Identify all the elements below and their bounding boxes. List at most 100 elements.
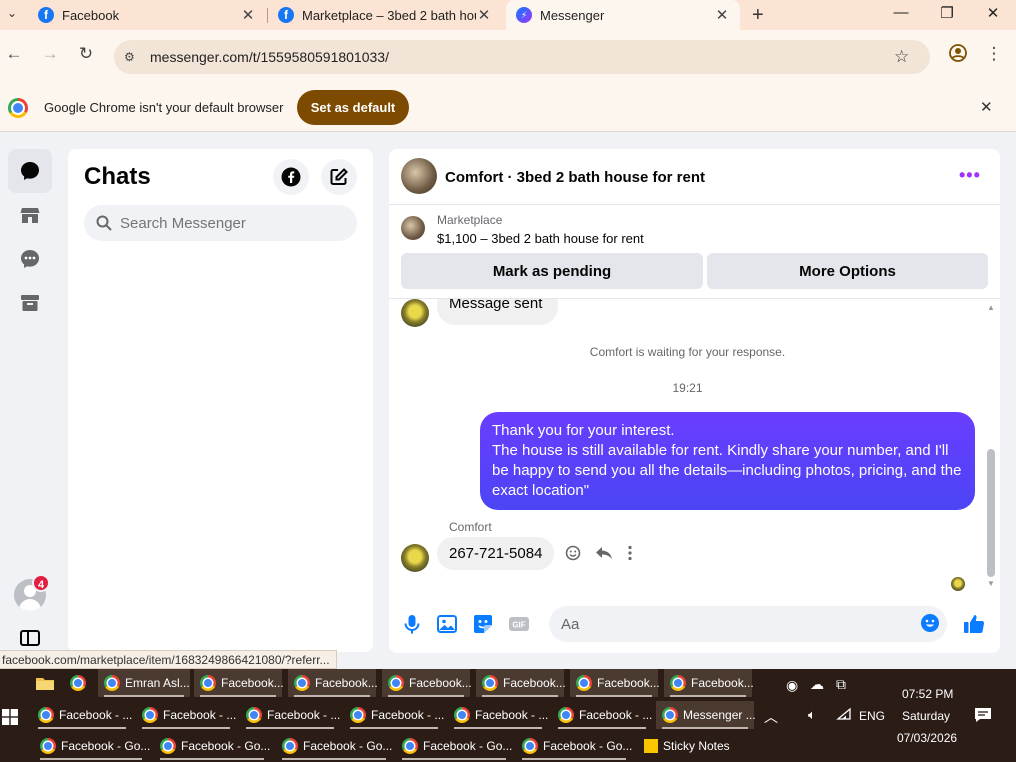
notification-badge: 4 <box>32 574 50 592</box>
conversation-name[interactable]: Comfort · 3bed 2 bath house for rent <box>445 169 705 186</box>
photo-icon[interactable] <box>436 613 458 635</box>
facebook-button[interactable] <box>273 159 309 195</box>
tab-search-chevron-icon[interactable]: ⌄ <box>4 6 20 24</box>
chrome-menu-icon[interactable]: ⋮ <box>982 44 1006 64</box>
url-text[interactable]: messenger.com/t/1559580591801033/ <box>150 49 894 65</box>
close-tab-icon[interactable]: ✕ <box>240 6 256 24</box>
reply-icon[interactable] <box>595 545 613 561</box>
taskbar-item-active[interactable]: Messenger ... <box>656 701 756 729</box>
taskbar-item[interactable]: Facebook - ... <box>240 701 340 729</box>
mark-as-pending-button[interactable]: Mark as pending <box>401 253 703 289</box>
emoji-icon[interactable] <box>920 613 942 635</box>
close-tab-icon[interactable]: ✕ <box>476 6 492 24</box>
listing-thumbnail[interactable] <box>401 216 425 240</box>
taskbar-item[interactable]: Facebook - Go... <box>154 732 270 760</box>
taskbar-item[interactable]: Facebook - Go... <box>276 732 392 760</box>
message-text: Message sent <box>449 299 543 312</box>
profile-icon[interactable] <box>946 44 970 67</box>
search-box[interactable] <box>84 205 357 241</box>
reload-icon[interactable]: ↻ <box>74 44 98 64</box>
close-infobar-icon[interactable]: ✕ <box>980 98 993 116</box>
taskbar-item[interactable]: Facebook - Go... <box>34 732 150 760</box>
rail-requests[interactable] <box>8 237 52 281</box>
set-as-default-button[interactable]: Set as default <box>297 90 409 125</box>
chrome-icon <box>522 738 538 754</box>
notifications-icon[interactable] <box>974 707 992 726</box>
taskbar-item[interactable]: Facebook... <box>382 669 472 697</box>
scrollbar-thumb[interactable] <box>987 449 995 577</box>
sidebar-toggle-icon[interactable] <box>20 630 40 651</box>
file-explorer-icon[interactable] <box>36 669 58 697</box>
capture-icon[interactable]: ⧉ <box>836 676 846 693</box>
sender-avatar[interactable] <box>401 544 429 572</box>
taskbar-item-sticky-notes[interactable]: Sticky Notes <box>638 732 738 760</box>
close-window-icon[interactable]: ✕ <box>978 4 1008 22</box>
rail-chats[interactable] <box>8 149 52 193</box>
record-icon[interactable]: ◉ <box>786 677 798 694</box>
taskbar-item[interactable]: Facebook - ... <box>448 701 548 729</box>
link-status-url: facebook.com/marketplace/item/1683249866… <box>0 650 337 669</box>
react-emoji-icon[interactable] <box>565 545 581 561</box>
taskbar-item[interactable]: Facebook... <box>288 669 378 697</box>
clock-time[interactable]: 07:52 PM <box>902 687 953 701</box>
thumbs-up-icon[interactable] <box>963 613 985 635</box>
tab-title: Messenger <box>540 7 605 23</box>
rail-marketplace[interactable] <box>8 193 52 237</box>
clock-date[interactable]: 07/03/2026 <box>897 731 957 745</box>
site-settings-icon[interactable]: ⚙ <box>124 50 144 64</box>
rail-archive[interactable] <box>8 281 52 325</box>
search-input[interactable] <box>120 214 340 232</box>
taskbar-item[interactable]: Facebook - ... <box>344 701 444 729</box>
taskbar-item[interactable]: Facebook... <box>194 669 284 697</box>
scroll-up-icon[interactable]: ▲ <box>987 303 995 312</box>
new-message-button[interactable] <box>321 159 357 195</box>
taskbar-item[interactable]: Emran Asl... <box>98 669 190 697</box>
chrome-pinned-icon[interactable] <box>70 669 92 697</box>
message-bubble-incoming[interactable]: 267-721-5084 <box>437 537 555 570</box>
more-vertical-icon[interactable] <box>627 545 633 561</box>
restore-icon[interactable]: ❐ <box>932 4 962 22</box>
taskbar-item[interactable]: Facebook - ... <box>32 701 132 729</box>
taskbar-item[interactable]: Facebook... <box>664 669 754 697</box>
taskbar-item[interactable]: Facebook - Go... <box>396 732 512 760</box>
taskbar-item[interactable]: Facebook - Go... <box>516 732 632 760</box>
microphone-icon[interactable] <box>401 613 423 635</box>
message-input[interactable] <box>549 606 947 642</box>
tab-messenger[interactable]: ⚡ Messenger ✕ <box>506 0 740 30</box>
back-arrow-icon[interactable]: ← <box>2 44 26 64</box>
forward-arrow-icon[interactable]: → <box>38 44 62 64</box>
conversation-avatar[interactable] <box>401 158 437 194</box>
scroll-down-icon[interactable]: ▼ <box>987 579 995 588</box>
chrome-icon <box>160 738 176 754</box>
listing-title[interactable]: $1,100 – 3bed 2 bath house for rent <box>437 231 644 246</box>
volume-icon[interactable]: 🔈︎ <box>808 707 816 723</box>
clock-day[interactable]: Saturday <box>902 709 950 723</box>
taskbar-item[interactable]: Facebook - ... <box>552 701 652 729</box>
sender-avatar[interactable] <box>401 299 429 327</box>
taskbar-item[interactable]: Facebook... <box>570 669 660 697</box>
conversation-info-icon[interactable]: ••• <box>959 165 981 186</box>
close-tab-icon[interactable]: ✕ <box>714 6 730 24</box>
tab-facebook[interactable]: f Facebook ✕ <box>28 0 266 30</box>
taskbar-item[interactable]: Facebook... <box>476 669 566 697</box>
minimize-icon[interactable]: — <box>886 4 916 21</box>
new-tab-button[interactable]: + <box>752 4 764 27</box>
gif-icon[interactable]: GIF <box>508 613 530 635</box>
tab-marketplace[interactable]: f Marketplace – 3bed 2 bath hou ✕ <box>268 0 502 30</box>
taskbar-item[interactable]: Facebook - ... <box>136 701 236 729</box>
sticker-icon[interactable] <box>472 613 494 635</box>
message-bubble-outgoing[interactable]: Thank you for your interest. The house i… <box>480 412 975 510</box>
message-actions <box>565 545 633 561</box>
message-bubble-incoming[interactable]: Message sent <box>437 299 558 325</box>
facebook-icon: f <box>278 7 294 23</box>
language-indicator[interactable]: ENG <box>859 709 885 723</box>
onedrive-icon[interactable]: ☁ <box>810 676 824 693</box>
taskbar-item-label: Facebook... <box>597 676 660 690</box>
address-bar[interactable]: ⚙ messenger.com/t/1559580591801033/ ☆ <box>114 40 930 74</box>
chrome-icon <box>246 707 262 723</box>
more-options-button[interactable]: More Options <box>707 253 988 289</box>
wifi-icon[interactable] <box>836 707 852 724</box>
bookmark-star-icon[interactable]: ☆ <box>894 47 918 67</box>
show-hidden-icons-chevron-icon[interactable]: ︿ <box>764 707 778 727</box>
chrome-icon <box>350 707 366 723</box>
